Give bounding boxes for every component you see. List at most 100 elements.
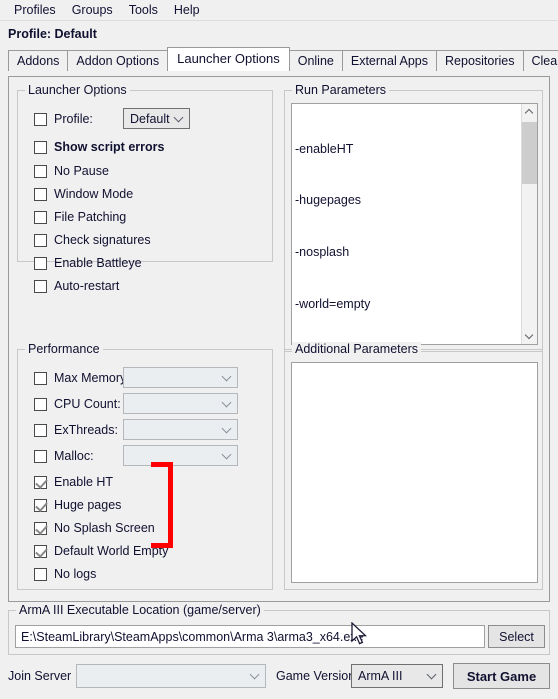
tab-clear-backblast[interactable]: Clear Backblast xyxy=(522,50,558,71)
tab-external-apps[interactable]: External Apps xyxy=(341,50,438,71)
param-line: -world=empty xyxy=(295,297,371,312)
performance-legend: Performance xyxy=(25,342,103,356)
tab-label: Repositories xyxy=(445,54,515,68)
checkbox-row-window-mode[interactable]: Window Mode xyxy=(34,185,133,203)
checkbox-label-no-splash-screen: No Splash Screen xyxy=(54,521,155,535)
checkbox-label-huge-pages: Huge pages xyxy=(54,498,122,512)
cpu-count-select[interactable] xyxy=(123,393,238,414)
executable-location-legend: ArmA III Executable Location (game/serve… xyxy=(16,603,264,617)
tab-launcher-options[interactable]: Launcher Options xyxy=(167,47,290,71)
chevron-down-icon xyxy=(221,371,232,381)
checkbox-label-no-pause: No Pause xyxy=(54,164,109,178)
join-server-label: Join Server xyxy=(8,669,72,683)
checkbox-row-enable-ht[interactable]: Enable HT xyxy=(34,473,113,491)
checkbox-profile[interactable] xyxy=(34,112,47,126)
checkbox-file-patching[interactable] xyxy=(34,210,47,224)
executable-path-input[interactable]: E:\SteamLibrary\SteamApps\common\Arma 3\… xyxy=(15,625,485,648)
checkbox-row-exthreads[interactable]: ExThreads: xyxy=(34,421,118,439)
menu-item-groups[interactable]: Groups xyxy=(64,1,121,20)
tab-label: Addon Options xyxy=(76,54,160,68)
checkbox-label-malloc: Malloc: xyxy=(54,449,94,463)
chevron-down-icon xyxy=(221,397,232,407)
malloc-select[interactable] xyxy=(123,445,238,466)
scroll-down-icon[interactable] xyxy=(522,328,537,344)
tab-online[interactable]: Online xyxy=(288,50,343,71)
checkbox-row-check-signatures[interactable]: Check signatures xyxy=(34,231,151,249)
performance-group: Performance Max Memory: CPU Count: ExThr… xyxy=(17,342,273,590)
tab-addon-options[interactable]: Addon Options xyxy=(67,50,169,71)
checkbox-row-enable-battleye[interactable]: Enable Battleye xyxy=(34,254,142,272)
menu-item-help[interactable]: Help xyxy=(166,1,208,20)
additional-parameters-legend: Additional Parameters xyxy=(292,342,421,356)
checkbox-row-max-memory[interactable]: Max Memory: xyxy=(34,369,130,387)
join-server-select[interactable] xyxy=(76,664,266,688)
game-version-select[interactable]: ArmA III xyxy=(351,664,443,688)
launcher-options-group: Launcher Options Profile: Default Show s… xyxy=(17,83,273,293)
param-line: -enableHT xyxy=(295,141,354,156)
tab-label: External Apps xyxy=(350,54,429,68)
chevron-down-icon xyxy=(221,449,232,459)
checkbox-exthreads[interactable] xyxy=(34,423,47,437)
menu-item-tools[interactable]: Tools xyxy=(121,1,166,20)
checkbox-label-window-mode: Window Mode xyxy=(54,187,134,201)
checkbox-default-world-empty[interactable] xyxy=(34,544,47,558)
checkbox-window-mode[interactable] xyxy=(34,187,47,201)
checkbox-label-exthreads: ExThreads: xyxy=(54,423,118,437)
checkbox-auto-restart[interactable] xyxy=(34,279,47,293)
run-parameters-lines: -enableHT -hugepages -nosplash -world=em… xyxy=(292,104,537,344)
checkbox-row-no-splash-screen[interactable]: No Splash Screen xyxy=(34,519,155,537)
checkbox-malloc[interactable] xyxy=(34,449,47,463)
checkbox-enable-battleye[interactable] xyxy=(34,256,47,270)
checkbox-row-no-pause[interactable]: No Pause xyxy=(34,162,109,180)
profile-select[interactable]: Default xyxy=(123,108,190,129)
run-parameters-textarea[interactable]: -enableHT -hugepages -nosplash -world=em… xyxy=(291,103,538,345)
start-game-button-label: Start Game xyxy=(466,668,537,684)
checkbox-row-show-script-errors[interactable]: Show script errors xyxy=(34,138,164,156)
checkbox-row-huge-pages[interactable]: Huge pages xyxy=(34,496,121,514)
checkbox-label-cpu-count: CPU Count: xyxy=(54,397,121,411)
launcher-options-panel: Launcher Options Profile: Default Show s… xyxy=(8,76,550,602)
max-memory-select[interactable] xyxy=(123,367,238,388)
chevron-down-icon xyxy=(221,423,232,433)
tab-label: Online xyxy=(297,54,334,68)
checkbox-row-default-world-empty[interactable]: Default World Empty xyxy=(34,542,168,560)
checkbox-label-enable-ht: Enable HT xyxy=(54,475,114,489)
additional-parameters-textarea[interactable] xyxy=(291,362,538,583)
checkbox-row-no-logs[interactable]: No logs xyxy=(34,565,96,583)
run-parameters-group: Run Parameters -enableHT -hugepages -nos… xyxy=(284,83,543,352)
menu-item-profiles[interactable]: Profiles xyxy=(6,1,64,20)
checkbox-no-logs[interactable] xyxy=(34,567,47,581)
checkbox-label-default-world-empty: Default World Empty xyxy=(54,544,169,558)
start-game-button[interactable]: Start Game xyxy=(453,663,550,689)
checkbox-row-file-patching[interactable]: File Patching xyxy=(34,208,126,226)
scroll-up-icon[interactable] xyxy=(522,104,537,120)
checkbox-no-pause[interactable] xyxy=(34,164,47,178)
run-parameters-scrollbar[interactable] xyxy=(521,104,537,344)
checkbox-show-script-errors[interactable] xyxy=(34,140,47,154)
select-button[interactable]: Select xyxy=(488,625,545,648)
checkbox-row-profile[interactable]: Profile: xyxy=(34,110,93,128)
checkbox-cpu-count[interactable] xyxy=(34,397,47,411)
checkbox-check-signatures[interactable] xyxy=(34,233,47,247)
run-parameters-legend: Run Parameters xyxy=(292,83,390,97)
checkbox-no-splash-screen[interactable] xyxy=(34,521,47,535)
executable-path-value: E:\SteamLibrary\SteamApps\common\Arma 3\… xyxy=(21,629,364,644)
checkbox-label-file-patching: File Patching xyxy=(54,210,127,224)
tab-label: Launcher Options xyxy=(177,51,280,66)
exthreads-select[interactable] xyxy=(123,419,238,440)
page-title: Profile: Default xyxy=(8,27,97,41)
checkbox-max-memory[interactable] xyxy=(34,371,47,385)
tab-repositories[interactable]: Repositories xyxy=(436,50,524,71)
tab-addons[interactable]: Addons xyxy=(8,50,69,71)
checkbox-row-malloc[interactable]: Malloc: xyxy=(34,447,94,465)
checkbox-row-cpu-count[interactable]: CPU Count: xyxy=(34,395,121,413)
tab-label: Addons xyxy=(17,54,60,68)
checkbox-row-auto-restart[interactable]: Auto-restart xyxy=(34,277,119,295)
checkbox-label-enable-battleye: Enable Battleye xyxy=(54,256,142,270)
checkbox-enable-ht[interactable] xyxy=(34,475,47,489)
select-button-label: Select xyxy=(499,629,534,644)
scrollbar-thumb[interactable] xyxy=(522,122,537,184)
param-line: -hugepages xyxy=(295,193,362,208)
checkbox-huge-pages[interactable] xyxy=(34,498,47,512)
checkbox-label-show-script-errors: Show script errors xyxy=(54,140,165,154)
